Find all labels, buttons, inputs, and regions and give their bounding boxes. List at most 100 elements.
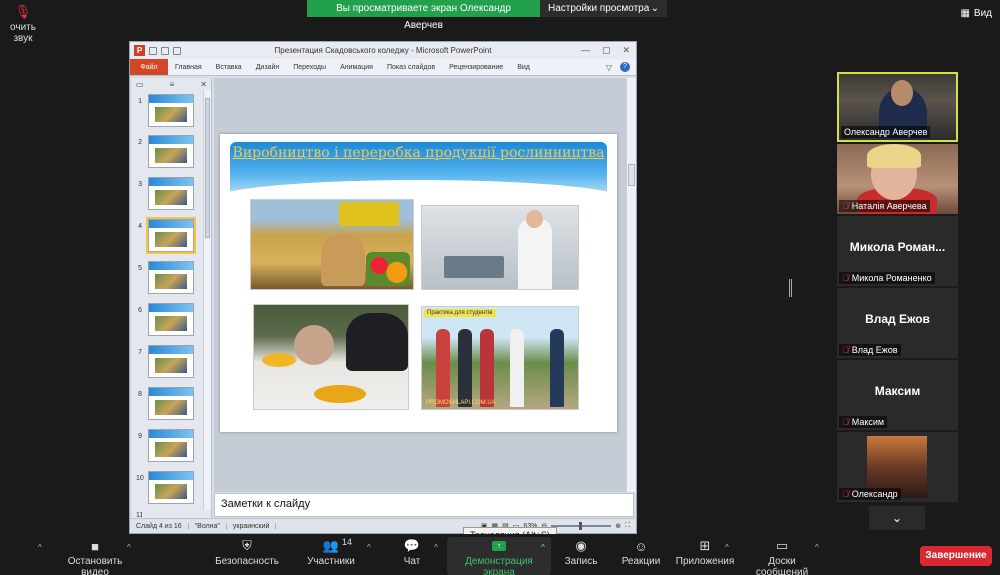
melon (262, 353, 296, 367)
student-figure (294, 325, 334, 365)
person-figure (480, 329, 494, 407)
slide-thumb[interactable]: 7 (136, 345, 194, 383)
view-button[interactable]: ▦ Вид (960, 8, 992, 19)
zoom-meeting-window: Вы просматриваете экран Олександр Аверче… (0, 0, 1000, 575)
tab-file[interactable]: Файл (130, 59, 168, 75)
person-figure (550, 329, 564, 407)
tab-view[interactable]: Вид (510, 59, 537, 75)
slide-title[interactable]: Виробництво і переробка продукції рослин… (220, 143, 617, 164)
lab-equipment (444, 256, 504, 278)
tab-home[interactable]: Главная (168, 59, 209, 75)
tab-transitions[interactable]: Переходы (286, 59, 333, 75)
slide-thumb[interactable]: 6 (136, 303, 194, 341)
ribbon-tabs: Файл Главная Вставка Дизайн Переходы Ани… (130, 59, 636, 76)
participant-tile[interactable]: 🎙̸ Олександр (837, 432, 958, 502)
share-options-caret-icon[interactable]: ^ (541, 543, 545, 552)
ribbon-collapse-icon[interactable]: ▽ (606, 63, 612, 72)
slide-vertical-scrollbar[interactable] (626, 78, 636, 492)
unmute-button[interactable]: 🎙 очить звук (0, 4, 46, 44)
security-button[interactable]: ⛨ Безопасность (215, 538, 279, 567)
participant-display-name: Влад Ежов (865, 312, 930, 326)
maximize-icon[interactable]: ▢ (602, 45, 611, 56)
tab-insert[interactable]: Вставка (209, 59, 249, 75)
person-figure (436, 329, 450, 407)
tab-review[interactable]: Рецензирование (442, 59, 510, 75)
participants-button[interactable]: 👥 14 Участники (307, 537, 355, 567)
participant-name-label: 🎙̸ Наталія Аверчева (839, 200, 930, 212)
tab-animation[interactable]: Анимация (333, 59, 380, 75)
apps-options-caret-icon[interactable]: ^ (725, 543, 729, 552)
panel-resize-handle[interactable] (789, 279, 792, 297)
slide-thumb[interactable]: 10 (136, 471, 194, 509)
audio-options-caret-icon[interactable]: ^ (38, 543, 42, 552)
students-melons-photo[interactable] (253, 304, 409, 410)
more-participants-chevron-icon[interactable]: ⌄ (869, 506, 925, 530)
slides-tab-icon[interactable]: ▭ (136, 80, 144, 89)
stop-video-button[interactable]: ■ Остановить видео (56, 539, 134, 575)
fit-to-window-icon[interactable]: ⛶ (625, 522, 630, 530)
scrollbar-thumb[interactable] (628, 164, 635, 186)
zoom-slider[interactable] (551, 522, 612, 530)
person-face (891, 80, 913, 106)
slide-thumb[interactable]: 5 (136, 261, 194, 299)
zoom-in-icon[interactable]: ⊕ (615, 522, 621, 530)
participant-tile[interactable]: Влад Ежов 🎙̸ Влад Ежов (837, 288, 958, 358)
undo-icon[interactable] (161, 46, 169, 55)
thumb-image (148, 94, 194, 127)
outline-tab-icon[interactable]: ≡ (170, 80, 175, 89)
thumbnail-scrollbar[interactable] (203, 90, 211, 510)
video-options-caret-icon[interactable]: ^ (127, 543, 131, 552)
participant-tile[interactable]: 🎙̸ Наталія Аверчева (837, 144, 958, 214)
chat-options-caret-icon[interactable]: ^ (434, 543, 438, 552)
participant-tile[interactable]: Олександр Аверчев (837, 72, 958, 142)
minimize-icon[interactable]: — (581, 45, 590, 56)
end-meeting-button[interactable]: Завершение (920, 546, 992, 566)
field-practice-photo[interactable]: Практика для студентів PROMOSHLAPI.COM.U… (421, 306, 579, 410)
participant-name: Влад Ежов (851, 345, 898, 355)
tab-slideshow[interactable]: Показ слайдов (380, 59, 442, 75)
slide-thumb[interactable]: 8 (136, 387, 194, 425)
thumb-number: 5 (138, 265, 142, 272)
slide-counter: Слайд 4 из 16 (130, 522, 189, 530)
view-button-label: Вид (973, 8, 992, 19)
thumb-number: 10 (136, 475, 144, 482)
thumb-number: 8 (138, 391, 142, 398)
slide-thumb[interactable]: 9 (136, 429, 194, 467)
thumb-image (148, 345, 194, 378)
participant-name: Наталія Аверчева (851, 201, 927, 211)
save-icon[interactable] (149, 46, 157, 55)
harvest-photo[interactable] (250, 199, 414, 290)
mic-muted-icon: 🎙̸ (842, 489, 849, 499)
whiteboard-options-caret-icon[interactable]: ^ (815, 543, 819, 552)
participant-display-name: Максим (874, 384, 921, 398)
record-button[interactable]: ◉ Запись (562, 538, 600, 567)
view-settings-button[interactable]: Настройки просмотра ⌄ (540, 0, 667, 17)
participant-tile[interactable]: Максим 🎙̸ Максим (837, 360, 958, 430)
language-indicator[interactable]: украинский (227, 522, 277, 530)
help-icon[interactable]: ? (620, 62, 630, 72)
slide-thumb[interactable]: 11 (136, 508, 142, 518)
combine-harvester (339, 202, 399, 226)
slide-thumb[interactable]: 1 (136, 94, 194, 132)
current-slide[interactable]: Виробництво і переробка продукції рослин… (220, 134, 617, 432)
slide-thumb[interactable]: 2 (136, 135, 194, 173)
thumb-image (146, 217, 196, 254)
record-icon: ◉ (575, 538, 587, 553)
tab-design[interactable]: Дизайн (249, 59, 287, 75)
reactions-button[interactable]: ☺ Реакции (622, 539, 661, 568)
slide-notes-field[interactable]: Заметки к слайду (214, 493, 634, 517)
close-icon[interactable]: ✕ (622, 45, 630, 56)
scrollbar-thumb[interactable] (205, 98, 210, 238)
close-pane-icon[interactable]: ✕ (200, 80, 207, 89)
participants-options-caret-icon[interactable]: ^ (367, 543, 371, 552)
unmute-label: очить звук (10, 22, 36, 44)
laboratory-photo[interactable] (421, 205, 579, 290)
chat-button[interactable]: 💬 Чат (400, 538, 424, 567)
slide-thumb[interactable]: 3 (136, 177, 194, 215)
slide-thumb-active[interactable]: 4 (136, 217, 196, 257)
slide-thumbnail-pane: ▭ ≡ ✕ 1 2 3 4 5 6 7 8 9 10 11 (132, 78, 212, 518)
redo-icon[interactable] (173, 46, 181, 55)
whiteboards-button[interactable]: ▭ Доски сообщений (742, 538, 822, 575)
mic-muted-icon: 🎙̸ (842, 201, 849, 211)
participant-tile[interactable]: Микола Роман... 🎙̸ Микола Романенко (837, 216, 958, 286)
